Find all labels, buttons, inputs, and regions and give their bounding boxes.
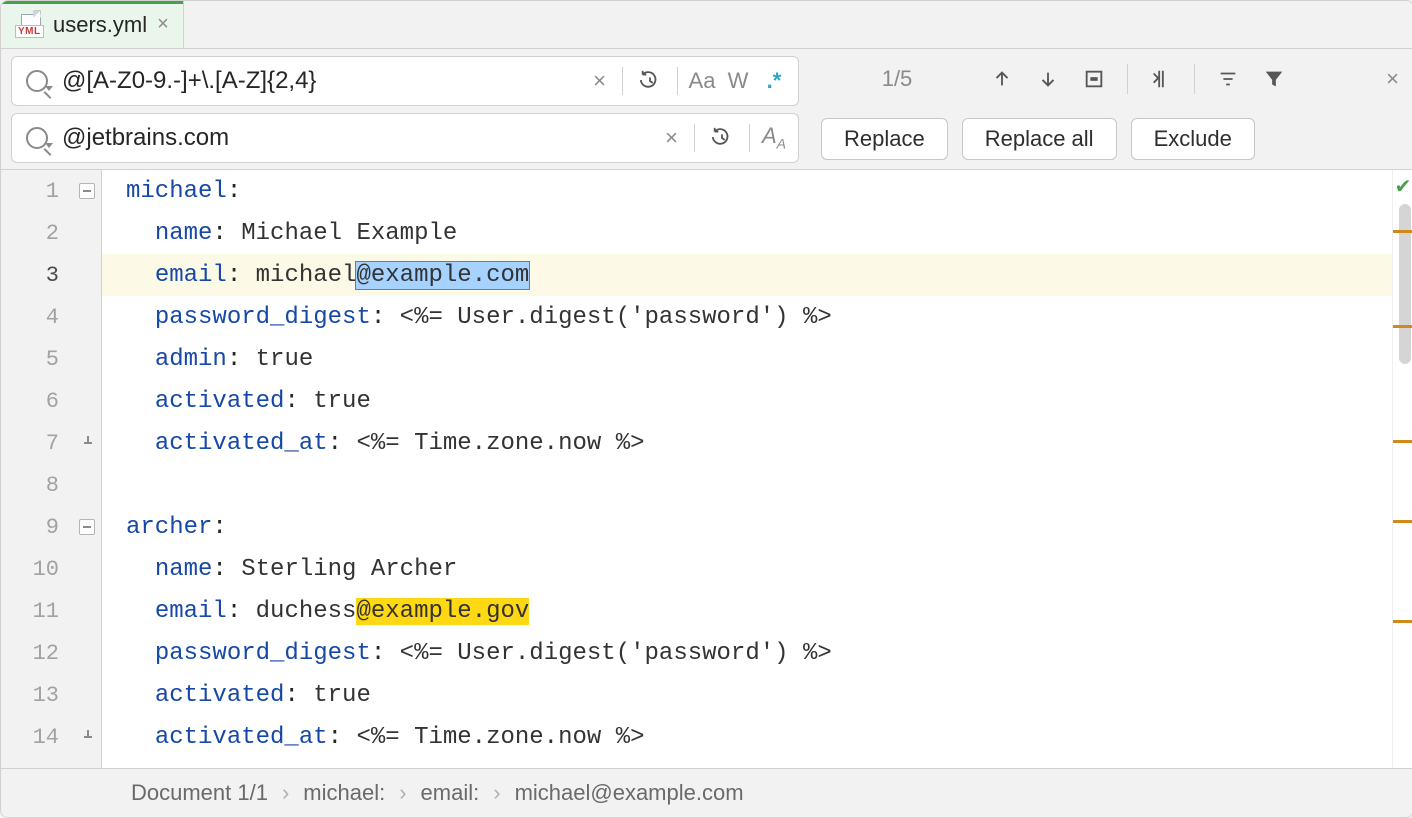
find-replace-panel: × Aa W .* × xyxy=(1,49,1412,170)
gutter-line: 14 xyxy=(1,716,101,758)
breadcrumb-doc[interactable]: Document 1/1 xyxy=(131,780,268,806)
find-input-wrap: × Aa W .* xyxy=(11,56,799,106)
code-line[interactable]: michael: xyxy=(102,170,1392,212)
match-marker[interactable] xyxy=(1393,230,1412,233)
code-area[interactable]: michael: name: Michael Example email: mi… xyxy=(102,170,1392,768)
prev-match-button[interactable] xyxy=(981,59,1023,99)
search-icon[interactable] xyxy=(26,70,48,92)
breadcrumb-item[interactable]: email: xyxy=(421,780,480,806)
ide-frame: YML users.yml × × Aa W .* xyxy=(0,0,1412,818)
code-line[interactable]: admin: true xyxy=(102,338,1392,380)
breadcrumb-item[interactable]: michael@example.com xyxy=(515,780,744,806)
close-tab-icon[interactable]: × xyxy=(157,13,169,36)
gutter-line: 7 xyxy=(1,422,101,464)
tab-bar: YML users.yml × xyxy=(1,1,1412,49)
breadcrumb: Document 1/1 › michael: › email: › micha… xyxy=(1,768,1412,817)
add-selection-button[interactable] xyxy=(1140,59,1182,99)
code-line[interactable]: email: michael@example.com xyxy=(102,254,1392,296)
editor[interactable]: 1234567891011121314 michael: name: Micha… xyxy=(1,170,1412,768)
preserve-case-toggle[interactable]: AA xyxy=(756,123,792,151)
toggle-filter-button[interactable] xyxy=(1207,59,1249,99)
gutter-line: 3 xyxy=(1,254,101,296)
match-marker[interactable] xyxy=(1393,440,1412,443)
replace-all-button[interactable]: Replace all xyxy=(962,118,1117,160)
fold-toggle-icon[interactable] xyxy=(79,183,95,199)
scrollbar-thumb[interactable] xyxy=(1399,204,1411,364)
fold-toggle-icon[interactable] xyxy=(81,436,95,450)
gutter: 1234567891011121314 xyxy=(1,170,102,768)
match-marker[interactable] xyxy=(1393,520,1412,523)
code-line[interactable]: password_digest: <%= User.digest('passwo… xyxy=(102,632,1392,674)
gutter-line: 5 xyxy=(1,338,101,380)
code-line[interactable]: archer: xyxy=(102,506,1392,548)
exclude-button[interactable]: Exclude xyxy=(1131,118,1255,160)
match-counter: 1/5 xyxy=(817,66,977,92)
code-line[interactable]: activated: true xyxy=(102,674,1392,716)
yaml-file-icon: YML xyxy=(15,14,43,36)
code-line[interactable]: activated_at: <%= Time.zone.now %> xyxy=(102,422,1392,464)
next-match-button[interactable] xyxy=(1027,59,1069,99)
code-line[interactable]: activated: true xyxy=(102,380,1392,422)
replace-input[interactable] xyxy=(60,123,655,153)
fold-toggle-icon[interactable] xyxy=(81,730,95,744)
replace-history-icon[interactable] xyxy=(701,118,743,158)
match-marker[interactable] xyxy=(1393,325,1412,328)
code-line[interactable] xyxy=(102,464,1392,506)
gutter-line: 1 xyxy=(1,170,101,212)
find-history-icon[interactable] xyxy=(629,61,671,101)
marker-strip[interactable]: ✔ xyxy=(1392,170,1412,768)
gutter-line: 6 xyxy=(1,380,101,422)
gutter-line: 13 xyxy=(1,674,101,716)
breadcrumb-item[interactable]: michael: xyxy=(303,780,385,806)
code-line[interactable]: email: duchess@example.gov xyxy=(102,590,1392,632)
clear-replace-icon[interactable]: × xyxy=(655,125,688,151)
gutter-line: 10 xyxy=(1,548,101,590)
regex-toggle[interactable]: .* xyxy=(756,68,792,94)
inspection-ok-icon: ✔ xyxy=(1393,174,1412,199)
select-all-button[interactable] xyxy=(1073,59,1115,99)
gutter-line: 9 xyxy=(1,506,101,548)
match-case-toggle[interactable]: Aa xyxy=(684,68,720,94)
match-marker[interactable] xyxy=(1393,620,1412,623)
gutter-line: 2 xyxy=(1,212,101,254)
close-panel-icon[interactable]: × xyxy=(1382,66,1403,92)
replace-input-wrap: × AA xyxy=(11,113,799,163)
gutter-line: 8 xyxy=(1,464,101,506)
search-icon[interactable] xyxy=(26,127,48,149)
code-line[interactable]: name: Sterling Archer xyxy=(102,548,1392,590)
gutter-line: 12 xyxy=(1,632,101,674)
whole-words-toggle[interactable]: W xyxy=(720,68,756,94)
fold-toggle-icon[interactable] xyxy=(79,519,95,535)
filter-button[interactable] xyxy=(1253,59,1295,99)
code-line[interactable]: activated_at: <%= Time.zone.now %> xyxy=(102,716,1392,758)
tab-filename: users.yml xyxy=(53,12,147,38)
find-input[interactable] xyxy=(60,66,583,96)
gutter-line: 4 xyxy=(1,296,101,338)
replace-button[interactable]: Replace xyxy=(821,118,948,160)
code-line[interactable]: name: Michael Example xyxy=(102,212,1392,254)
code-line[interactable]: password_digest: <%= User.digest('passwo… xyxy=(102,296,1392,338)
file-tab[interactable]: YML users.yml × xyxy=(1,1,184,48)
clear-find-icon[interactable]: × xyxy=(583,68,616,94)
gutter-line: 11 xyxy=(1,590,101,632)
